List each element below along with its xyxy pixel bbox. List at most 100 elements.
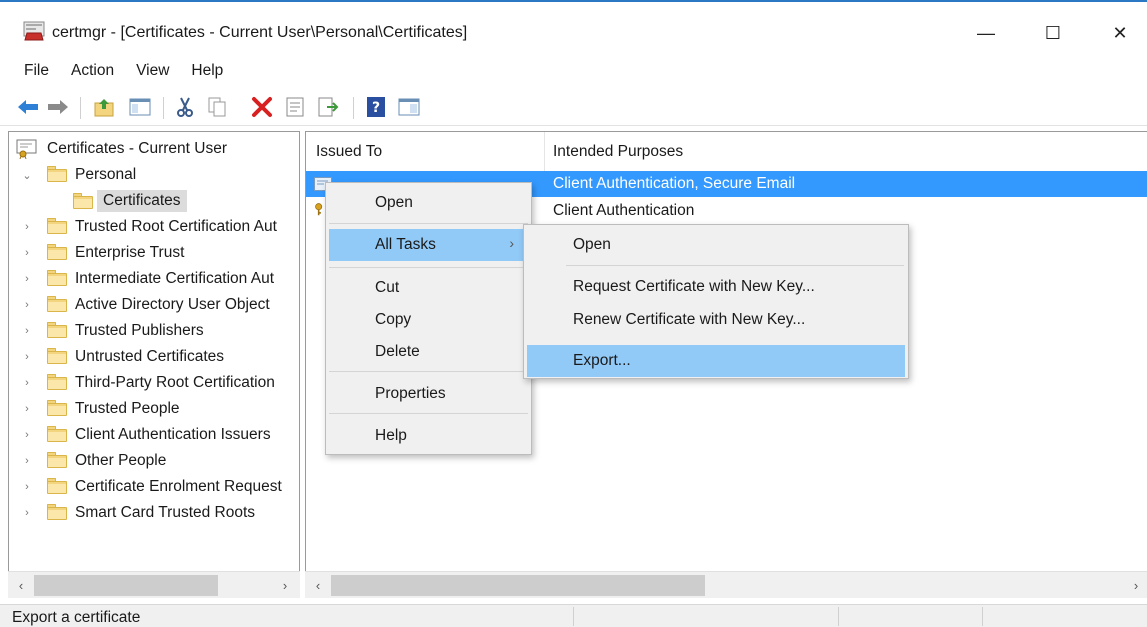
menu-item-label: Export... [573, 352, 631, 369]
folder-icon [47, 478, 67, 494]
all-tasks-submenu: Open Request Certificate with New Key...… [523, 224, 909, 379]
tree-item-label: Other People [75, 452, 167, 469]
window-title: certmgr - [Certificates - Current User\P… [52, 24, 468, 41]
chevron-right-icon[interactable]: › [22, 455, 32, 467]
tree-item-store[interactable]: › Active Directory User Object [9, 293, 299, 317]
submenu-renew-certificate-new-key[interactable]: Renew Certificate with New Key... [527, 304, 905, 336]
chevron-right-icon[interactable]: › [22, 221, 32, 233]
column-header-issued-to[interactable]: Issued To [316, 132, 382, 172]
chevron-right-icon[interactable]: › [22, 273, 32, 285]
folder-icon [47, 244, 67, 260]
context-menu-copy[interactable]: Copy [329, 304, 528, 336]
status-bar: Export a certificate [0, 604, 1147, 627]
chevron-right-icon[interactable]: › [22, 247, 32, 259]
tree-item-store[interactable]: › Certificate Enrolment Request [9, 475, 299, 499]
chevron-right-icon[interactable]: › [22, 351, 32, 363]
menu-help[interactable]: Help [180, 62, 234, 80]
up-one-level-button[interactable] [93, 95, 117, 119]
folder-icon [47, 166, 67, 182]
list-horizontal-scrollbar[interactable]: ‹ › [305, 571, 1147, 598]
properties-button[interactable] [283, 95, 307, 119]
scroll-right-icon[interactable]: › [1127, 576, 1145, 594]
tree-item-label: Trusted Publishers [75, 322, 204, 339]
help-button[interactable]: ? [364, 95, 388, 119]
chevron-right-icon[interactable]: › [22, 429, 32, 441]
menu-item-label: Open [573, 236, 611, 253]
context-menu-cut[interactable]: Cut [329, 272, 528, 304]
forward-button[interactable] [46, 95, 70, 119]
tree-item-label: Untrusted Certificates [75, 348, 225, 365]
action-pane-icon [398, 98, 420, 116]
chevron-right-icon[interactable]: › [22, 325, 32, 337]
scroll-left-icon[interactable]: ‹ [309, 576, 327, 594]
show-hide-console-tree-button[interactable] [128, 95, 152, 119]
folder-open-icon [73, 193, 93, 209]
copy-button[interactable] [205, 95, 229, 119]
tree-item-label: Trusted People [75, 400, 180, 417]
chevron-right-icon[interactable]: › [22, 507, 32, 519]
console-tree: Certificates - Current User ⌄ Personal C… [8, 131, 300, 598]
cell-intended-purposes: Client Authentication, Secure Email [553, 175, 796, 192]
minimize-button[interactable]: — [963, 16, 1009, 50]
tree-item-label: Third-Party Root Certification [75, 374, 275, 391]
menu-item-label: Request Certificate with New Key... [573, 278, 815, 295]
tree-item-store[interactable]: › Trusted People [9, 397, 299, 421]
export-list-button[interactable] [316, 95, 340, 119]
context-menu-open[interactable]: Open [329, 187, 528, 219]
folder-icon [47, 218, 67, 234]
submenu-arrow-icon: › [509, 235, 514, 251]
tree-item-store[interactable]: › Trusted Publishers [9, 319, 299, 343]
minimize-icon: — [977, 22, 995, 43]
menu-item-label: Delete [375, 343, 420, 360]
scrollbar-thumb[interactable] [34, 575, 218, 596]
submenu-export[interactable]: Export... [527, 345, 905, 377]
submenu-open[interactable]: Open [527, 229, 905, 261]
console-tree-icon [129, 98, 151, 116]
chevron-right-icon[interactable]: › [22, 481, 32, 493]
chevron-right-icon[interactable]: › [22, 377, 32, 389]
menu-file[interactable]: File [13, 62, 60, 80]
tree-root[interactable]: Certificates - Current User [9, 137, 299, 161]
menu-item-label: Renew Certificate with New Key... [573, 311, 806, 328]
tree-item-certificates[interactable]: Certificates [9, 189, 299, 213]
delete-button[interactable] [250, 95, 274, 119]
show-action-pane-button[interactable] [397, 95, 421, 119]
back-button[interactable] [16, 95, 40, 119]
toolbar: ? [0, 88, 1147, 126]
tree-item-personal[interactable]: ⌄ Personal [9, 163, 299, 187]
tree-item-store[interactable]: › Client Authentication Issuers [9, 423, 299, 447]
tree-item-label: Certificates [97, 190, 187, 212]
context-menu-delete[interactable]: Delete [329, 336, 528, 368]
context-menu-help[interactable]: Help [329, 420, 528, 452]
submenu-request-certificate-new-key[interactable]: Request Certificate with New Key... [527, 271, 905, 303]
tree-root-label: Certificates - Current User [47, 140, 228, 157]
scrollbar-thumb[interactable] [331, 575, 705, 596]
chevron-down-icon[interactable]: ⌄ [22, 170, 32, 182]
close-button[interactable]: ✕ [1097, 16, 1143, 50]
tree-horizontal-scrollbar[interactable]: ‹ › [8, 571, 300, 598]
chevron-right-icon[interactable]: › [22, 299, 32, 311]
folder-icon [47, 296, 67, 312]
tree-item-store[interactable]: › Intermediate Certification Aut [9, 267, 299, 291]
tree-item-store[interactable]: › Untrusted Certificates [9, 345, 299, 369]
title-bar: certmgr - [Certificates - Current User\P… [0, 0, 1147, 52]
chevron-right-icon[interactable]: › [22, 403, 32, 415]
cut-button[interactable] [173, 95, 197, 119]
tree-item-store[interactable]: › Third-Party Root Certification [9, 371, 299, 395]
maximize-button[interactable]: ☐ [1030, 16, 1076, 50]
context-menu-all-tasks[interactable]: All Tasks › [329, 229, 526, 261]
tree-item-store[interactable]: › Smart Card Trusted Roots [9, 501, 299, 525]
folder-icon [47, 374, 67, 390]
scroll-right-icon[interactable]: › [276, 576, 294, 594]
tree-item-store[interactable]: › Other People [9, 449, 299, 473]
scroll-left-icon[interactable]: ‹ [12, 576, 30, 594]
tree-item-store[interactable]: › Enterprise Trust [9, 241, 299, 265]
menu-view[interactable]: View [125, 62, 180, 80]
folder-icon [47, 400, 67, 416]
tree-item-store[interactable]: › Trusted Root Certification Aut [9, 215, 299, 239]
menu-action[interactable]: Action [60, 62, 125, 80]
context-menu-properties[interactable]: Properties [329, 378, 528, 410]
column-header-intended-purposes[interactable]: Intended Purposes [553, 132, 683, 172]
folder-icon [47, 348, 67, 364]
menu-item-label: Properties [375, 385, 446, 402]
